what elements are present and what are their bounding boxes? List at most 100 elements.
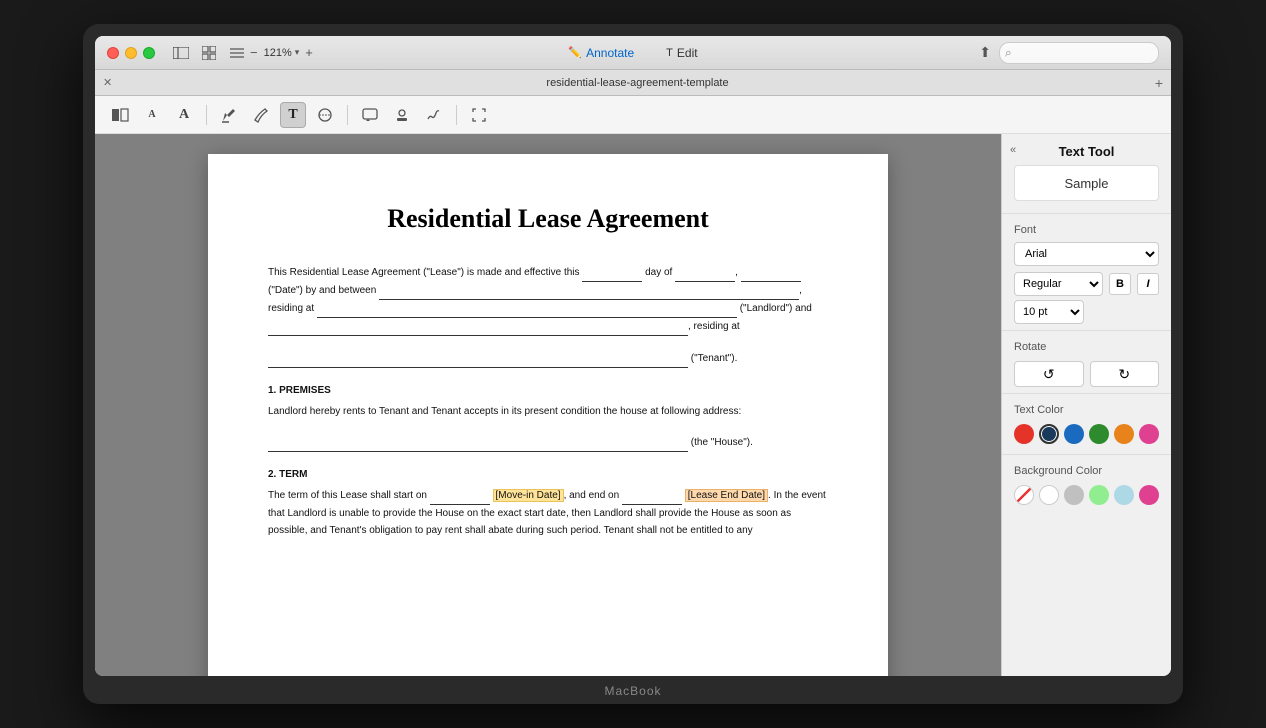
bg-swatch-light-green[interactable] [1089, 485, 1109, 505]
annotate-icon: ✏️ [568, 46, 582, 59]
close-tab-button[interactable]: ✕ [103, 76, 112, 89]
main-area: Residential Lease Agreement This Residen… [95, 134, 1171, 676]
sample-preview: Sample [1014, 165, 1159, 201]
sign-tool-icon[interactable] [421, 102, 447, 128]
bg-swatch-transparent[interactable] [1014, 485, 1034, 505]
text-color-row [1014, 424, 1159, 444]
rotate-right-button[interactable]: ↻ [1090, 361, 1160, 387]
font-size-selector[interactable]: 10 pt 8 pt 9 pt 11 pt 12 pt 14 pt 16 pt … [1014, 300, 1084, 324]
zoom-dropdown-icon[interactable]: ▾ [295, 47, 300, 58]
toolbar-tabs: ✏️ Annotate T Edit [562, 44, 703, 62]
title-bar-right: ⬆ [979, 42, 1159, 64]
maximize-button[interactable] [143, 47, 155, 59]
zoom-minus-button[interactable]: − [247, 45, 261, 60]
day-blank [582, 264, 642, 282]
move-in-date-highlight: [Move-in Date] [493, 489, 564, 502]
rotate-row: ↺ ↻ [1014, 361, 1159, 387]
minimize-button[interactable] [125, 47, 137, 59]
lease-end-date-highlight: [Lease End Date] [685, 489, 768, 502]
grid-view-icon[interactable] [199, 45, 219, 61]
share-icon[interactable]: ⬆ [979, 44, 991, 61]
list-view-icon[interactable] [227, 45, 247, 61]
party1-blank [379, 282, 799, 300]
bg-swatch-pink[interactable] [1139, 485, 1159, 505]
bg-swatch-light-blue[interactable] [1114, 485, 1134, 505]
party2-blank [268, 318, 688, 336]
text-tool-icon[interactable]: T [280, 102, 306, 128]
stamp-tool-icon[interactable] [389, 102, 415, 128]
zoom-control: − 121% ▾ + [247, 45, 316, 60]
section1-body: Landlord hereby rents to Tenant and Tena… [268, 403, 828, 420]
color-swatch-blue[interactable] [1064, 424, 1084, 444]
rotate-left-button[interactable]: ↺ [1014, 361, 1084, 387]
pdf-title: Residential Lease Agreement [268, 204, 828, 234]
search-wrapper [999, 42, 1159, 64]
bg-color-section: Background Color [1002, 461, 1171, 509]
edit-tab[interactable]: T Edit [660, 44, 703, 62]
color-swatch-red[interactable] [1014, 424, 1034, 444]
text-color-label: Text Color [1014, 404, 1159, 420]
year-blank [741, 264, 801, 282]
fullscreen-icon[interactable] [466, 102, 492, 128]
comment-tool-icon[interactable] [357, 102, 383, 128]
redact-tool-icon[interactable] [107, 102, 133, 128]
annotate-tab[interactable]: ✏️ Annotate [562, 44, 640, 62]
tenant-line: ("Tenant"). [268, 350, 828, 368]
bg-color-row [1014, 485, 1159, 505]
month-blank [675, 264, 735, 282]
right-panel: « Text Tool Sample Font Arial Regular [1001, 134, 1171, 676]
edit-icon: T [666, 47, 673, 59]
section1-title: 1. PREMISES [268, 382, 828, 399]
house-address-blank [268, 434, 688, 452]
font-selector[interactable]: Arial [1014, 242, 1159, 266]
text-small-icon[interactable]: A [139, 102, 165, 128]
sidebar-toggle-icon[interactable] [171, 45, 191, 61]
divider-4 [1002, 454, 1171, 455]
start-date-blank [430, 487, 490, 505]
traffic-lights [107, 47, 155, 59]
section2-title: 2. TERM [268, 466, 828, 483]
section2-body: The term of this Lease shall start on [M… [268, 487, 828, 539]
pen-tool-icon[interactable] [248, 102, 274, 128]
intro-paragraph: This Residential Lease Agreement ("Lease… [268, 264, 828, 336]
close-button[interactable] [107, 47, 119, 59]
pdf-viewer[interactable]: Residential Lease Agreement This Residen… [95, 134, 1001, 676]
color-swatch-dark-blue[interactable] [1039, 424, 1059, 444]
toolbar-separator-2 [347, 105, 348, 125]
highlight-tool-icon[interactable] [216, 102, 242, 128]
italic-button[interactable]: I [1137, 273, 1159, 295]
add-tab-button[interactable]: + [1155, 75, 1163, 91]
divider-1 [1002, 213, 1171, 214]
text-large-icon[interactable]: A [171, 102, 197, 128]
bg-swatch-white[interactable] [1039, 485, 1059, 505]
toolbar-separator-1 [206, 105, 207, 125]
house-blank-line: (the "House"). [268, 434, 828, 452]
address2-blank [268, 350, 688, 368]
file-tab-name: residential-lease-agreement-template [120, 77, 1155, 89]
end-date-blank [622, 487, 682, 505]
color-swatch-green[interactable] [1089, 424, 1109, 444]
zoom-plus-button[interactable]: + [302, 45, 316, 60]
divider-3 [1002, 393, 1171, 394]
panel-header: « Text Tool [1002, 134, 1171, 165]
panel-collapse-button[interactable]: « [1010, 144, 1016, 156]
color-swatch-orange[interactable] [1114, 424, 1134, 444]
toolbar-separator-3 [456, 105, 457, 125]
view-controls [171, 45, 247, 61]
address1-blank [317, 300, 737, 318]
pdf-body: This Residential Lease Agreement ("Lease… [268, 264, 828, 539]
title-bar: − 121% ▾ + ✏️ Annotate T Edit [95, 36, 1171, 70]
color-swatch-pink[interactable] [1139, 424, 1159, 444]
bg-swatch-light-gray[interactable] [1064, 485, 1084, 505]
font-label: Font [1002, 220, 1171, 240]
font-size-row: 10 pt 8 pt 9 pt 11 pt 12 pt 14 pt 16 pt … [1014, 300, 1159, 324]
pdf-page: Residential Lease Agreement This Residen… [208, 154, 888, 676]
font-style-selector[interactable]: Regular Bold Italic Bold Italic [1014, 272, 1103, 296]
panel-title: Text Tool [1014, 144, 1159, 159]
search-input[interactable] [999, 42, 1159, 64]
shapes-tool-icon[interactable] [312, 102, 338, 128]
rotate-label: Rotate [1002, 337, 1171, 357]
bold-button[interactable]: B [1109, 273, 1131, 295]
zoom-level: 121% [264, 47, 292, 59]
text-color-section: Text Color [1002, 400, 1171, 448]
